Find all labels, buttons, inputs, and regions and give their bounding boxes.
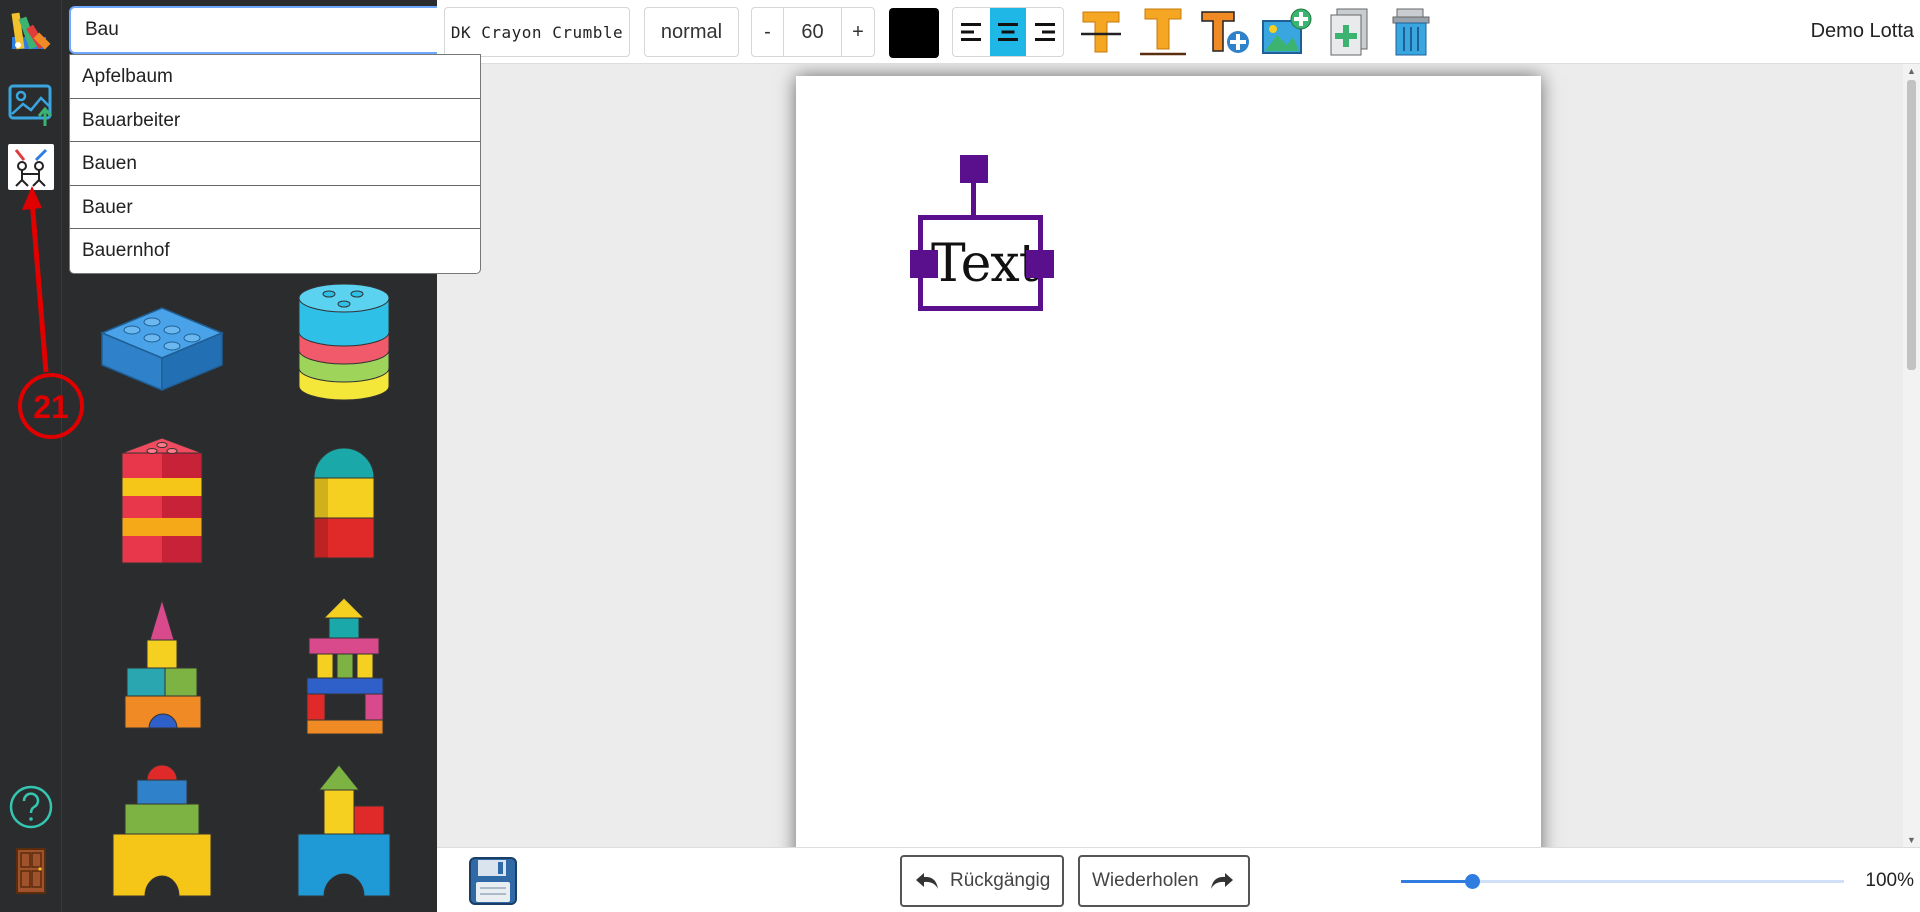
bottom-bar: Rückgängig Wiederholen 100% [437, 847, 1920, 912]
page[interactable]: Text [796, 76, 1541, 847]
size-value[interactable]: 60 [784, 8, 842, 56]
image-upload-icon[interactable] [6, 80, 56, 130]
pictograms-icon[interactable] [8, 144, 54, 190]
align-right-icon[interactable] [1026, 8, 1063, 56]
symbol-library-panel: Apfelbaum Bauarbeiter Bauen Bauer Bauern… [63, 0, 481, 912]
block-house-icon[interactable] [259, 590, 429, 740]
pyramid-arch-icon[interactable] [77, 755, 247, 905]
castle-tower-icon[interactable] [77, 590, 247, 740]
resize-handle-right[interactable] [1026, 250, 1054, 278]
add-text-icon[interactable] [1199, 6, 1251, 58]
add-page-icon[interactable] [1323, 6, 1375, 58]
zoom-slider[interactable] [1401, 874, 1844, 889]
align-left-icon[interactable] [953, 8, 990, 56]
gate-tower-icon[interactable] [259, 755, 429, 905]
redo-label: Wiederholen [1092, 870, 1199, 891]
size-decrease-button[interactable]: - [752, 8, 784, 56]
add-image-icon[interactable] [1261, 6, 1313, 58]
zoom-level: 100% [1865, 870, 1914, 891]
text-element-content[interactable]: Text [931, 234, 1040, 294]
rotate-handle[interactable] [960, 155, 988, 183]
suggestion-item[interactable]: Bauen [70, 142, 480, 186]
exit-door-icon[interactable] [6, 846, 56, 896]
brick-tower-icon[interactable] [77, 428, 247, 578]
zoom-slider-fill [1401, 880, 1472, 883]
sidebar-rail [0, 0, 62, 912]
trash-icon[interactable] [1385, 6, 1437, 58]
save-icon[interactable] [467, 855, 519, 907]
strikethrough-text-icon[interactable] [1075, 6, 1127, 58]
canvas-scrollbar[interactable]: ▲ ▼ [1903, 64, 1920, 847]
search-input[interactable] [69, 6, 481, 54]
suggestion-item[interactable]: Bauer [70, 186, 480, 229]
redo-button[interactable]: Wiederholen [1078, 855, 1250, 907]
font-size-stepper: - 60 + [751, 7, 875, 57]
suggestion-item[interactable]: Apfelbaum [70, 55, 480, 99]
brick-icon[interactable] [77, 268, 247, 418]
undo-label: Rückgängig [950, 870, 1051, 891]
redo-arrow-icon [1209, 871, 1235, 891]
app: Apfelbaum Bauarbeiter Bauen Bauer Bauern… [0, 0, 1920, 912]
toolbar: DK Crayon Crumble normal - 60 + Demo Lot… [437, 0, 1920, 64]
text-color-swatch[interactable] [889, 8, 939, 58]
suggestion-dropdown: Apfelbaum Bauarbeiter Bauen Bauer Bauern… [69, 54, 481, 274]
size-increase-button[interactable]: + [842, 8, 874, 56]
scroll-up-icon[interactable]: ▲ [1907, 66, 1916, 76]
stacked-discs-icon[interactable] [259, 268, 429, 418]
arch-block-icon[interactable] [259, 428, 429, 578]
undo-button[interactable]: Rückgängig [900, 855, 1064, 907]
align-center-icon[interactable] [989, 8, 1027, 56]
font-select[interactable]: DK Crayon Crumble [444, 7, 630, 57]
color-palette-icon[interactable] [6, 6, 56, 56]
suggestion-item[interactable]: Bauarbeiter [70, 99, 480, 142]
resize-handle-left[interactable] [910, 250, 938, 278]
scroll-down-icon[interactable]: ▼ [1907, 835, 1916, 845]
canvas-area[interactable]: Text [437, 64, 1903, 847]
canvas-scroll-thumb[interactable] [1907, 80, 1916, 370]
text-align-group [952, 7, 1064, 57]
font-weight-select[interactable]: normal [644, 7, 739, 57]
user-name[interactable]: Demo Lotta [1811, 20, 1914, 43]
undo-arrow-icon [914, 871, 940, 891]
help-icon[interactable] [6, 782, 56, 832]
suggestion-item[interactable]: Bauernhof [70, 229, 480, 273]
zoom-slider-knob[interactable] [1464, 874, 1480, 889]
underline-text-icon[interactable] [1137, 6, 1189, 58]
